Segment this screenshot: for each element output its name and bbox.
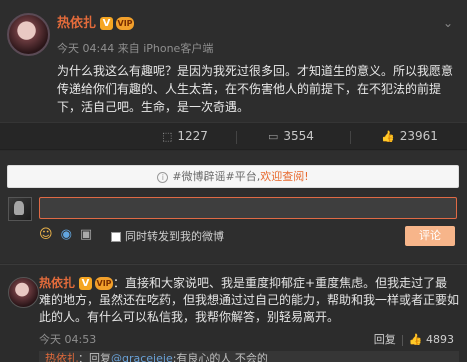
composer-tools: ☺ ◉ ▣ <box>39 227 100 243</box>
emoji-icon[interactable]: ☺ <box>39 227 53 242</box>
post-action-bar: ⬚ 1227 ▭ 3554 👍 23961 <box>0 122 467 150</box>
author-name[interactable]: 热依扎 <box>57 16 96 31</box>
verified-badge-icon: V <box>79 277 93 290</box>
info-icon: i <box>157 172 169 183</box>
attachment-icon[interactable]: ▣ <box>80 227 92 242</box>
rumor-notice-bar: i #微博辟谣#平台,欢迎查阅! <box>7 165 459 188</box>
weibo-post: 热依扎 V VIP 今天 04:44 来自 iPhone客户端 ⌄ 为什么我这么有趣… <box>0 0 467 122</box>
vip-badge-icon: VIP <box>95 277 114 290</box>
notice-text: #微博辟谣#平台, <box>172 170 261 183</box>
comment-text: 热依扎 V VIP：直接和大家说吧、我是重度抑郁症+重度焦虑。但我走过了最难的地方，… <box>39 275 459 326</box>
my-avatar <box>8 197 32 221</box>
repost-count: 1227 <box>177 129 208 143</box>
post-meta: 今天 04:44 来自 iPhone客户端 <box>57 42 214 55</box>
thumbs-up-icon[interactable]: 👍 <box>409 333 423 346</box>
comment-count: 3554 <box>283 129 314 143</box>
comment-like-count: 4893 <box>426 333 454 346</box>
mention-link[interactable]: @graceieie <box>111 352 173 362</box>
action-divider <box>350 131 351 144</box>
sub-reply: 热依扎：回复@graceieie:有良心的人 不会的 <box>39 351 459 362</box>
post-menu-chevron-icon[interactable]: ⌄ <box>443 16 453 30</box>
comment-icon: ▭ <box>268 130 279 143</box>
thumbs-up-icon: 👍 <box>381 130 395 143</box>
like-count: 23961 <box>399 129 438 143</box>
sub-reply-prefix: ：回复 <box>78 352 111 362</box>
notice-link[interactable]: 欢迎查阅! <box>260 170 308 183</box>
forward-option[interactable]: 同时转发到我的微博 <box>111 228 224 244</box>
image-icon[interactable]: ◉ <box>61 227 72 242</box>
post-author[interactable]: 热依扎 V VIP <box>57 12 135 31</box>
sub-reply-suffix: :有良心的人 不会的 <box>172 352 268 362</box>
author-avatar[interactable] <box>7 13 50 56</box>
comment-button[interactable]: ▭ 3554 <box>268 129 314 143</box>
commenter-name[interactable]: 热依扎 <box>39 276 75 290</box>
post-text: 为什么我这么有趣呢？是因为我死过很多回。才知道生的意义。所以我愿意传递给你们有趣… <box>57 64 454 114</box>
reply-button[interactable]: 回复 <box>374 333 396 346</box>
sub-reply-author[interactable]: 热依扎 <box>45 352 78 362</box>
comment-time: 今天 04:53 <box>39 333 97 346</box>
vip-badge-icon: VIP <box>116 17 135 30</box>
comment-actions: 回复 👍 4893 <box>374 331 454 347</box>
commenter-avatar[interactable] <box>8 277 39 308</box>
comment-input[interactable] <box>39 197 457 219</box>
forward-checkbox[interactable] <box>111 232 121 242</box>
like-button[interactable]: 👍 23961 <box>381 129 438 143</box>
action-divider <box>236 131 237 144</box>
comment-action-divider <box>401 334 403 346</box>
verified-badge-icon: V <box>100 17 114 30</box>
repost-button[interactable]: ⬚ 1227 <box>162 129 208 143</box>
repost-icon: ⬚ <box>162 130 173 143</box>
submit-comment-button[interactable]: 评论 <box>405 226 455 246</box>
comment-composer: i #微博辟谣#平台,欢迎查阅! ☺ ◉ ▣ 同时转发到我的微博 评论 <box>0 151 467 263</box>
forward-label: 同时转发到我的微博 <box>125 230 224 243</box>
comment-item: 热依扎 V VIP：直接和大家说吧、我是重度抑郁症+重度焦虑。但我走过了最难的地方，… <box>0 264 467 362</box>
